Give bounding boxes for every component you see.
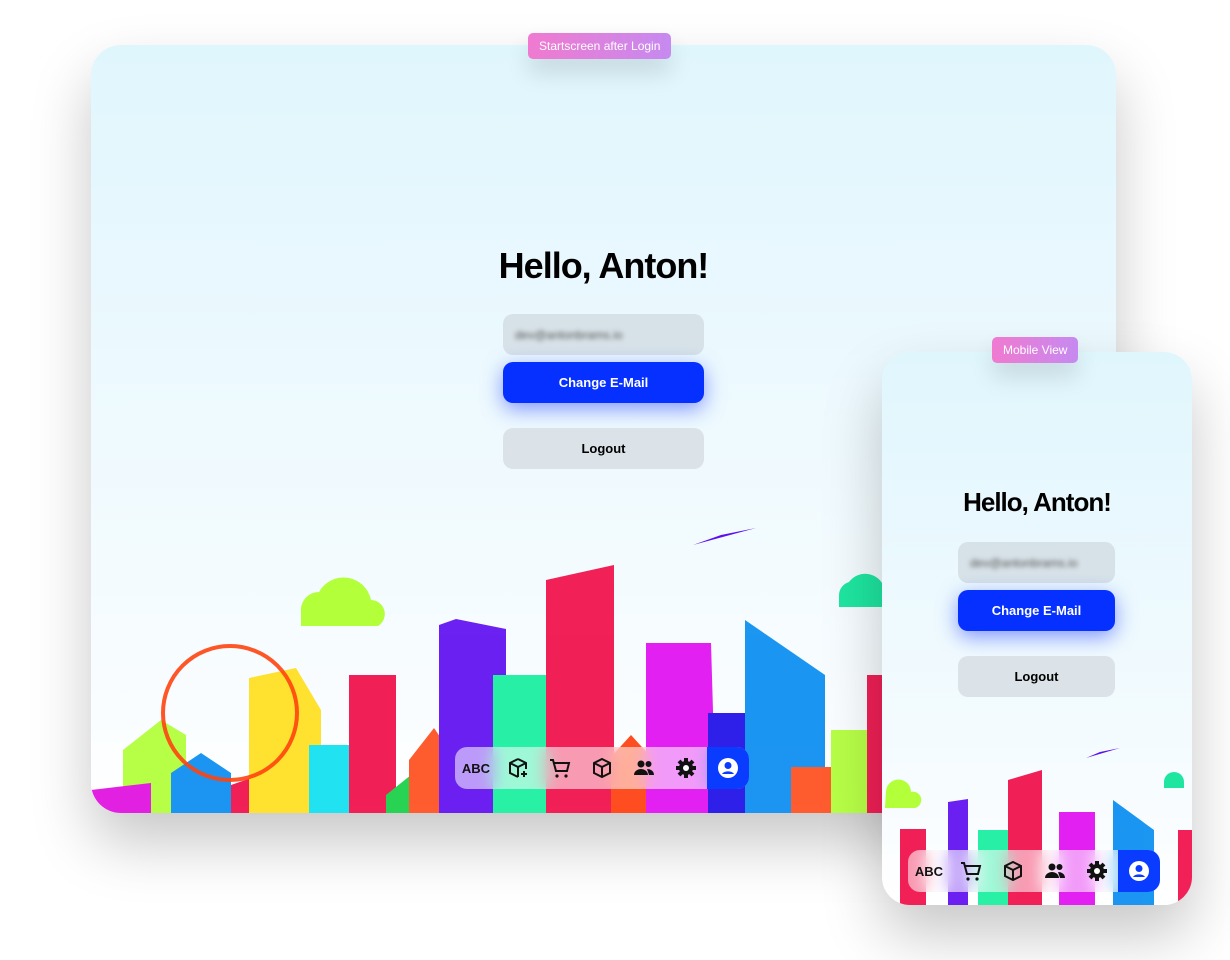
box-add-icon[interactable]: [497, 747, 539, 789]
box-icon[interactable]: [992, 850, 1034, 892]
account-icon[interactable]: [1118, 850, 1160, 892]
mobile-label: Mobile View: [992, 337, 1079, 363]
cloud: [300, 577, 385, 626]
abc-icon[interactable]: ABC: [455, 747, 497, 789]
gear-icon[interactable]: [1076, 850, 1118, 892]
cart-icon[interactable]: [539, 747, 581, 789]
desktop-label: Startscreen after Login: [528, 33, 672, 59]
users-icon[interactable]: [623, 747, 665, 789]
box-icon[interactable]: [581, 747, 623, 789]
paper-plane: [693, 528, 756, 545]
abc-icon[interactable]: ABC: [908, 850, 950, 892]
account-icon[interactable]: [707, 747, 749, 789]
cloud: [838, 573, 884, 607]
mobile-screen: Hello, Anton! dev@antonbrams.io Change E…: [882, 352, 1192, 905]
bottom-nav: ABC: [908, 850, 1160, 892]
bottom-nav: ABC: [455, 747, 749, 789]
users-icon[interactable]: [1034, 850, 1076, 892]
gear-icon[interactable]: [665, 747, 707, 789]
cart-icon[interactable]: [950, 850, 992, 892]
